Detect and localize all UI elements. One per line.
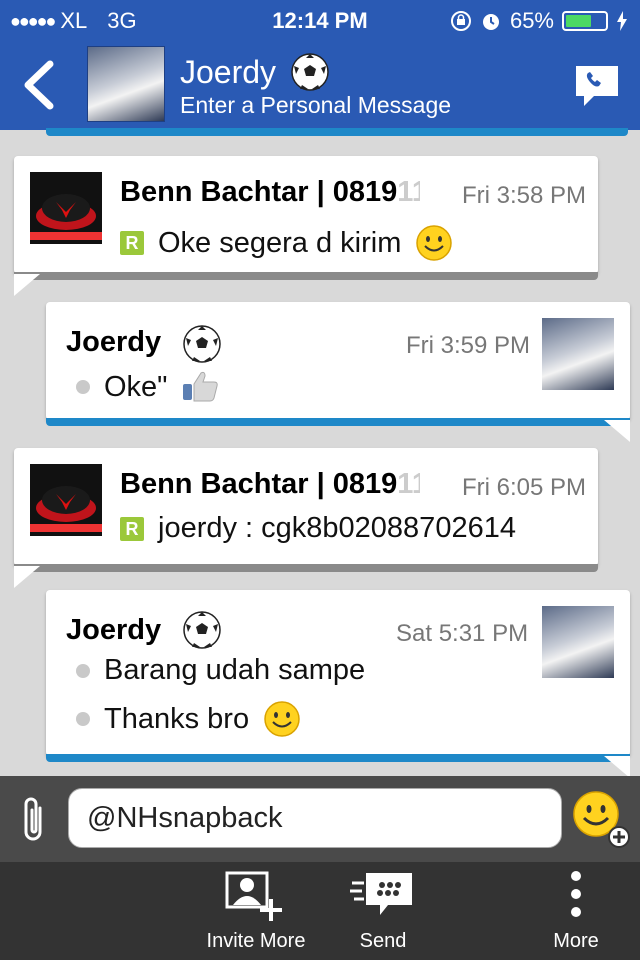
sender-avatar[interactable] [30,172,102,244]
attach-button[interactable] [18,794,50,846]
invite-icon-wrap [225,862,287,926]
message-bubble-outgoing[interactable]: Joerdy Fri 3:59 PM Oke" [46,302,630,442]
battery-fill [566,15,591,27]
soccer-ball-icon [183,611,221,649]
message-time: Fri 6:05 PM [461,474,586,501]
status-icons: 65% [450,8,628,34]
bubble-tail [14,566,40,588]
snapback-cap-image [30,172,102,244]
rotation-lock-icon [450,11,471,31]
message-time: Fri 3:58 PM [461,182,586,209]
phone-icon [576,66,618,106]
invite-more-label: Invite More [206,930,306,952]
message-bubble-incoming[interactable]: Benn Bachtar | 081911 Fri 6:05 PM R joer… [14,448,598,588]
back-button[interactable] [20,60,60,110]
message-text: joerdy : cgk8b02088702614 [158,512,516,544]
sender-name-row: Joerdy [66,614,161,647]
send-label: Send [359,930,407,952]
bullet-icon [76,663,90,678]
bullet-icon [76,380,90,394]
sender-avatar[interactable] [30,464,102,536]
contact-avatar[interactable] [87,46,165,122]
more-button[interactable]: More [536,862,616,960]
bubble-underline [14,272,598,280]
contact-name-row[interactable]: Joerdy [180,52,330,92]
status-bar: ●●●●● XL 3G 12:14 PM 65% [0,0,640,40]
bullet-icon [76,712,90,726]
sender-avatar[interactable] [542,318,614,390]
message-bubble-outgoing[interactable]: Joerdy Sat 5:31 PM Barang udah sampe Tha… [46,590,630,778]
message-line: Oke" [76,370,219,404]
add-contact-icon [225,871,282,921]
message-text: Oke" [104,370,168,403]
contact-name: Joerdy [180,53,277,90]
read-receipt-icon: R [120,231,144,255]
bubble-underline [14,564,598,572]
sender-name-text: Benn Bachtar | 0819 [120,468,398,500]
message-line: R joerdy : cgk8b02088702614 [120,512,516,545]
call-button[interactable] [572,62,622,108]
chevron-left-icon [24,60,54,110]
sender-name-row: Joerdy [66,326,161,359]
emoji-picker-button[interactable] [572,790,630,848]
bubble-underline [46,418,630,426]
bubble-tail [604,756,630,778]
chat-header: Joerdy Enter a Personal Message [0,40,640,130]
send-button[interactable]: Send [338,862,428,960]
sender-name-overflow: 11 [397,176,420,208]
sender-name-overflow: 11 [397,468,420,500]
soccer-ball-icon [291,53,329,91]
battery-icon [562,11,608,31]
header-divider [46,128,628,136]
vertical-ellipsis-icon [571,871,581,917]
bottom-toolbar: Invite More Send More [0,862,640,960]
soccer-ball-icon [183,325,221,363]
alarm-icon [482,14,499,30]
more-icon-wrap [569,862,583,926]
send-icon-wrap [350,862,416,926]
snapback-cap-image [30,464,102,536]
message-text: Barang udah sampe [104,654,366,686]
message-line: Thanks bro [76,700,301,738]
sender-name-text: Benn Bachtar | 0819 [120,176,398,208]
charging-icon [617,11,627,31]
message-time: Sat 5:31 PM [396,620,529,647]
bbm-send-icon [350,873,412,915]
message-text: Thanks bro [104,702,250,735]
bubble-tail [604,420,630,442]
read-receipt-icon: R [120,516,144,541]
personal-message[interactable]: Enter a Personal Message [180,92,451,119]
smiley-emoji-icon [416,225,453,261]
invite-more-button[interactable]: Invite More [196,862,316,960]
thumbs-up-icon [183,371,219,402]
bubble-underline [46,754,630,762]
battery-percent: 65% [509,8,554,33]
message-time: Fri 3:59 PM [406,332,531,359]
more-label: More [553,930,599,952]
message-input[interactable] [68,788,562,848]
message-line: Barang udah sampe [76,654,365,687]
sender-name: Joerdy [66,326,162,358]
message-bubble-incoming[interactable]: Benn Bachtar | 081911 Fri 3:58 PM R Oke … [14,156,598,296]
sender-name: Benn Bachtar | 081911 [120,468,420,501]
smiley-plus-icon [573,791,630,848]
sender-name: Joerdy [66,614,162,646]
smiley-emoji-icon [264,701,300,737]
message-line: R Oke segera d kirim [120,224,453,262]
composer-bar [0,776,640,862]
sender-avatar[interactable] [542,606,614,678]
message-text: Oke segera d kirim [158,226,402,259]
sender-name: Benn Bachtar | 081911 [120,176,420,209]
bubble-tail [14,274,40,296]
paperclip-icon [24,797,42,841]
